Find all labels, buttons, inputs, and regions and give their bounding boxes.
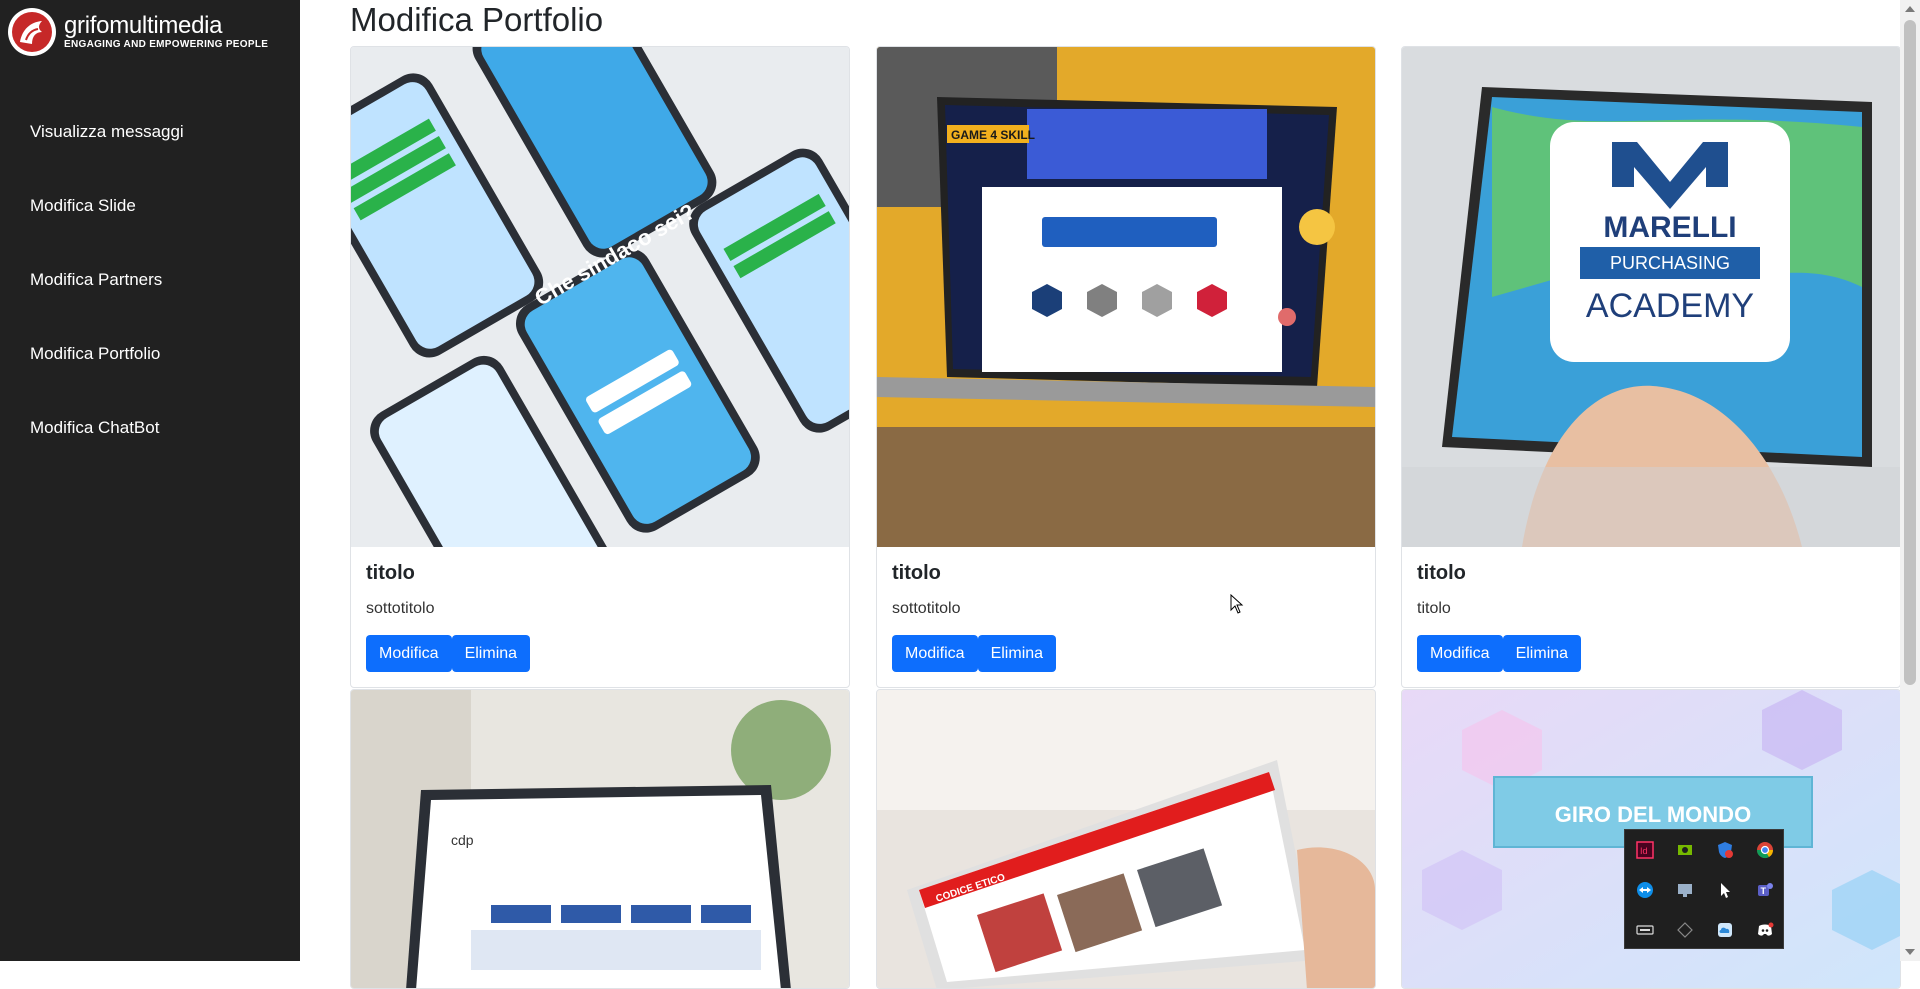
mouse-pointer-icon [1230, 593, 1244, 619]
card-title: titolo [1417, 562, 1466, 584]
card-subtitle: titolo [1417, 600, 1451, 617]
marelli-line3: ACADEMY [1586, 287, 1754, 325]
svg-text:T: T [1761, 886, 1767, 896]
edit-button[interactable]: Modifica [366, 635, 452, 672]
game4skill-logo-text: GAME 4 SKILL [951, 128, 1035, 142]
diamond-icon[interactable] [1665, 910, 1705, 950]
sidebar: grifomultimedia ENGAGING AND EMPOWERING … [0, 0, 300, 961]
marelli-line1: MARELLI [1603, 211, 1736, 244]
portfolio-image-marelli-academy: MARELLI PURCHASING ACADEMY [1402, 47, 1900, 547]
teams-icon[interactable]: T [1745, 870, 1785, 910]
card-subtitle: sottotitolo [892, 600, 961, 617]
portfolio-card: CODICE ETICO [876, 689, 1376, 989]
discord-icon[interactable] [1745, 910, 1785, 950]
scrollbar-thumb[interactable] [1904, 20, 1916, 685]
delete-button[interactable]: Elimina [451, 635, 531, 672]
cloud-icon[interactable] [1705, 910, 1745, 950]
marelli-line2: PURCHASING [1610, 253, 1730, 273]
keyboard-icon[interactable] [1625, 910, 1665, 950]
svg-text:Id: Id [1640, 846, 1648, 856]
teamviewer-icon[interactable] [1625, 870, 1665, 910]
griffin-logo-icon [8, 8, 56, 56]
brand-name: grifomultimedia [64, 12, 223, 39]
card-title: titolo [892, 562, 941, 584]
card-subtitle: sottotitolo [366, 600, 435, 617]
scroll-down-icon[interactable] [1905, 949, 1915, 955]
chrome-icon[interactable] [1745, 830, 1785, 870]
sidebar-item-modifica-portfolio[interactable]: Modifica Portfolio [0, 326, 300, 400]
portfolio-image-quiz-app: Che sindaco sei? [351, 47, 849, 547]
portfolio-card: cdp [350, 689, 850, 989]
portfolio-card: MARELLI PURCHASING ACADEMY titolo titolo… [1401, 46, 1901, 688]
system-tray-overflow: Id T [1624, 829, 1784, 949]
card-title: titolo [366, 562, 415, 584]
sidebar-item-modifica-partners[interactable]: Modifica Partners [0, 252, 300, 326]
brand-tagline: ENGAGING AND EMPOWERING PEOPLE [64, 39, 269, 50]
sidebar-item-modifica-chatbot[interactable]: Modifica ChatBot [0, 400, 300, 474]
indesign-icon[interactable]: Id [1625, 830, 1665, 870]
delete-button[interactable]: Elimina [977, 635, 1057, 672]
edit-button[interactable]: Modifica [1417, 635, 1503, 672]
portfolio-image-codice-etico: CODICE ETICO [877, 690, 1375, 988]
page-scrollbar[interactable] [1900, 0, 1920, 961]
main-content: Modifica Portfolio Che sindaco sei? tito… [300, 0, 1901, 989]
cdp-text: cdp [451, 832, 474, 848]
cursor-icon[interactable] [1705, 870, 1745, 910]
portfolio-image-game4skill: GAME 4 SKILL [877, 47, 1375, 547]
edit-button[interactable]: Modifica [892, 635, 978, 672]
portfolio-card: Che sindaco sei? titolo sottotitolo Modi… [350, 46, 850, 688]
sidebar-item-modifica-slide[interactable]: Modifica Slide [0, 178, 300, 252]
display-icon[interactable] [1665, 870, 1705, 910]
giro-del-mondo-text: GIRO DEL MONDO [1555, 802, 1751, 827]
delete-button[interactable]: Elimina [1502, 635, 1582, 672]
page-title: Modifica Portfolio [350, 1, 604, 38]
portfolio-card: GAME 4 SKILL titolo sottotitolo Modifica… [876, 46, 1376, 688]
sidebar-nav: Visualizza messaggi Modifica Slide Modif… [0, 104, 300, 474]
sidebar-item-visualizza-messaggi[interactable]: Visualizza messaggi [0, 104, 300, 178]
scroll-up-icon[interactable] [1905, 6, 1915, 12]
brand-logo[interactable]: grifomultimedia ENGAGING AND EMPOWERING … [8, 8, 268, 56]
nvidia-icon[interactable] [1665, 830, 1705, 870]
portfolio-image-cdp-document: cdp [351, 690, 849, 988]
shield-x-icon[interactable] [1705, 830, 1745, 870]
